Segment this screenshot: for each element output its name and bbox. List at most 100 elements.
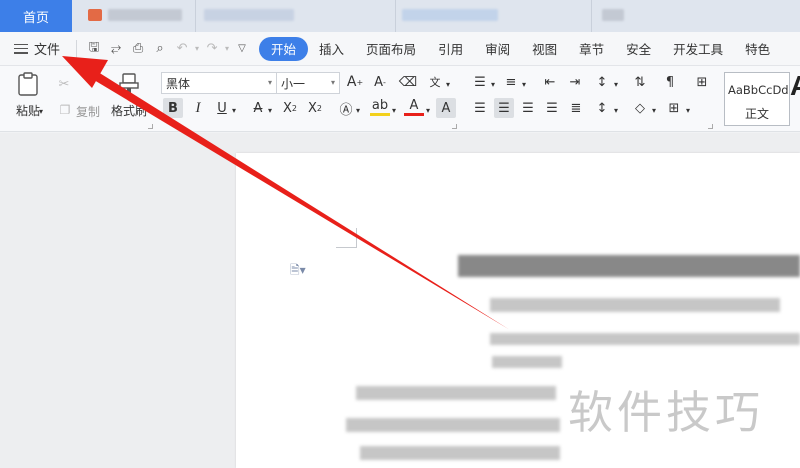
chevron-down-icon[interactable]: ▾ [650, 100, 658, 120]
tab-references[interactable]: 引用 [427, 37, 474, 61]
document-tab[interactable] [592, 0, 800, 32]
font-family-value: 黑体 [166, 76, 191, 91]
document-text-blurred [492, 356, 562, 368]
margin-corner-mark [356, 228, 357, 248]
style-normal[interactable]: AaBbCcDd 正文 [724, 72, 790, 126]
style-sample-text: AaBbCcDd [728, 83, 789, 97]
paste-dropdown-icon[interactable]: ▾ [36, 101, 46, 121]
numbered-list-icon[interactable]: ≡ [501, 72, 521, 92]
heading-style-icon[interactable]: A [790, 70, 800, 102]
tab-page-layout[interactable]: 页面布局 [355, 37, 427, 61]
document-text-blurred [356, 386, 556, 400]
tab-start[interactable]: 开始 [259, 36, 309, 61]
format-painter-icon [119, 73, 139, 94]
undo-dropdown-icon[interactable]: ▾ [193, 38, 201, 60]
chevron-down-icon[interactable]: ▾ [612, 74, 620, 94]
document-tab-title [108, 9, 182, 21]
undo-icon[interactable]: ↶ [171, 38, 193, 60]
document-tab[interactable] [396, 0, 592, 32]
group-launcher-icon[interactable] [452, 124, 457, 129]
chevron-down-icon[interactable]: ▾ [266, 100, 274, 120]
wps-writer-window: 首页 文件 🖫 ⥂ ⎙ ⌕ ↶ ▾ ↷ ▾ ▽ 开始 插入 页面布局 引用 审阅… [0, 0, 800, 468]
document-title-blurred [458, 255, 800, 277]
tab-view[interactable]: 视图 [521, 37, 568, 61]
tab-security[interactable]: 安全 [615, 37, 662, 61]
tab-features[interactable]: 特色 [734, 37, 781, 61]
chevron-down-icon[interactable]: ▾ [424, 100, 432, 120]
chevron-down-icon[interactable]: ▾ [520, 74, 528, 94]
tab-insert[interactable]: 插入 [308, 37, 355, 61]
show-marks-icon[interactable]: ¶ [660, 72, 680, 92]
font-size-select[interactable]: 小一 ▾ [276, 72, 340, 94]
document-text-blurred [346, 418, 560, 432]
bullet-list-icon[interactable]: ☰ [470, 72, 490, 92]
decrease-font-size-icon[interactable]: A- [370, 72, 390, 92]
tab-review[interactable]: 审阅 [474, 37, 521, 61]
ribbon: 粘贴 ▾ ✂ ❐ 复制 格式刷 黑体 ▾ 小一 ▾ A+ A- ⌫ 文 ▾ B [0, 66, 800, 132]
redo-icon[interactable]: ↷ [201, 38, 223, 60]
underline-icon[interactable]: U [212, 98, 232, 118]
print-icon[interactable]: ⎙ [127, 38, 149, 60]
strikethrough-icon[interactable]: A [248, 98, 268, 118]
paragraph-options-icon[interactable]: 🗎▾ [290, 261, 306, 282]
chevron-down-icon[interactable]: ▾ [612, 100, 620, 120]
justify-icon[interactable]: ☰ [542, 98, 562, 118]
save-icon[interactable]: 🖫 [83, 38, 105, 60]
shading-icon[interactable]: ◇ [630, 98, 650, 118]
increase-font-size-icon[interactable]: A + [345, 72, 365, 92]
document-tab[interactable] [196, 0, 396, 32]
chevron-down-icon[interactable]: ▾ [354, 100, 362, 120]
align-center-icon[interactable]: ☰ [494, 98, 514, 118]
distributed-align-icon[interactable]: ≣ [566, 98, 586, 118]
clipboard-icon [18, 72, 38, 96]
bold-icon[interactable]: B [163, 98, 183, 118]
tab-home[interactable]: 首页 [0, 0, 72, 32]
format-painter-button[interactable]: 格式刷 [108, 72, 150, 119]
file-menu-button[interactable]: 文件 [0, 32, 70, 66]
chevron-down-icon[interactable]: ▾ [444, 74, 452, 94]
group-launcher-icon[interactable] [148, 124, 153, 129]
table-icon[interactable]: ⊞ [692, 72, 712, 92]
line-spacing-icon[interactable]: ↕ [592, 98, 612, 118]
chevron-down-icon[interactable]: ▾ [390, 100, 398, 120]
document-text-blurred [490, 333, 800, 345]
increase-indent-icon[interactable]: ⇥ [565, 72, 585, 92]
italic-icon[interactable]: I [188, 98, 208, 118]
export-pdf-icon[interactable]: ⥂ [105, 38, 127, 60]
decrease-indent-icon[interactable]: ⇤ [540, 72, 560, 92]
character-shading-icon[interactable]: A [436, 98, 456, 118]
font-family-select[interactable]: 黑体 ▾ [161, 72, 277, 94]
tab-bar: 首页 [0, 0, 800, 32]
document-tab-title [204, 9, 294, 21]
font-color-icon[interactable]: A [404, 98, 424, 116]
subscript-icon[interactable]: X2 [305, 98, 325, 118]
print-preview-icon[interactable]: ⌕ [149, 38, 171, 60]
superscript-icon[interactable]: X2 [280, 98, 300, 118]
redo-dropdown-icon[interactable]: ▾ [223, 38, 231, 60]
phonetic-guide-icon[interactable]: 文 [425, 72, 445, 92]
document-tab-title [402, 9, 498, 21]
highlight-icon[interactable]: ab [370, 98, 390, 116]
sort-icon[interactable]: ⇅ [630, 72, 650, 92]
group-launcher-icon[interactable] [708, 124, 713, 129]
borders-icon[interactable]: ⊞ [664, 98, 684, 118]
chevron-down-icon[interactable]: ▾ [230, 100, 238, 120]
clear-format-icon[interactable]: ⌫ [398, 72, 418, 92]
document-tab[interactable] [72, 0, 196, 32]
chevron-down-icon: ▾ [267, 78, 272, 87]
text-direction-icon[interactable]: ↕ [592, 72, 612, 92]
chevron-down-icon[interactable]: ▾ [489, 74, 497, 94]
copy-label: 复制 [76, 105, 101, 119]
tab-section[interactable]: 章节 [568, 37, 615, 61]
chevron-down-icon[interactable]: ▾ [684, 100, 692, 120]
cut-icon[interactable]: ✂ [54, 74, 74, 94]
customize-toolbar-icon[interactable]: ▽ [231, 38, 253, 60]
tab-developer-tools[interactable]: 开发工具 [662, 37, 734, 61]
divider [76, 39, 78, 58]
watermark: 软件技巧 [568, 386, 765, 439]
align-left-icon[interactable]: ☰ [470, 98, 490, 118]
align-right-icon[interactable]: ☰ [518, 98, 538, 118]
margin-corner-mark [336, 247, 356, 248]
text-effect-icon[interactable]: Ⓐ [336, 98, 356, 118]
copy-icon[interactable]: ❐ [55, 100, 75, 120]
